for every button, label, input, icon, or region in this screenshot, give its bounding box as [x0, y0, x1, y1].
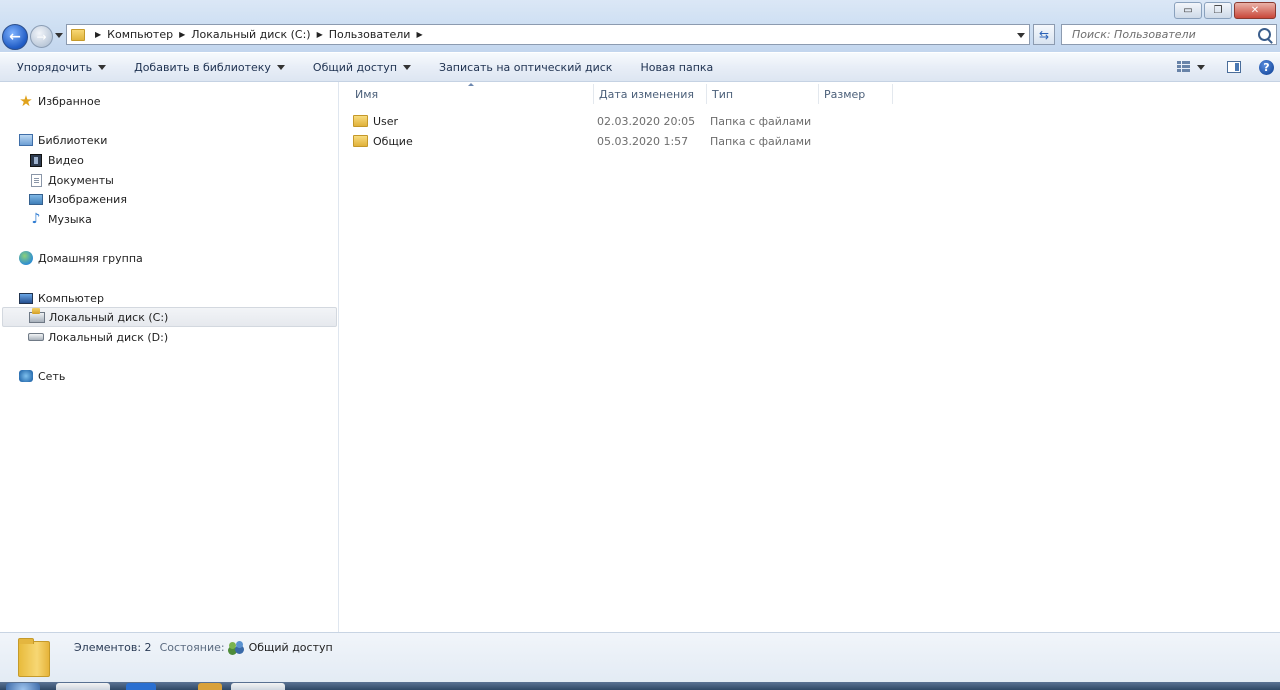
file-name: User	[373, 114, 399, 128]
address-bar[interactable]: ▶ Компьютер ▶ Локальный диск (C:) ▶ Пользо…	[66, 24, 1030, 45]
column-header-size[interactable]: Размер	[824, 88, 865, 101]
start-orb-icon[interactable]	[6, 683, 40, 690]
drive-icon	[28, 329, 44, 345]
arrow-left-icon: ←	[9, 29, 21, 45]
search-icon[interactable]	[1258, 28, 1271, 41]
taskbar	[0, 682, 1280, 690]
column-divider[interactable]	[818, 84, 819, 104]
shared-users-icon	[228, 641, 244, 654]
navigation-pane: ★ Избранное Библиотеки Видео Документы И…	[0, 82, 339, 632]
search-box[interactable]	[1061, 24, 1277, 45]
folder-icon	[353, 115, 368, 127]
chevron-right-icon[interactable]: ▶	[179, 30, 185, 39]
views-icon[interactable]	[1177, 61, 1191, 73]
window-controls: ▭ ❐ ✕	[1174, 2, 1276, 19]
organize-button[interactable]: Упорядочить	[17, 61, 107, 74]
file-date: 02.03.2020 20:05	[597, 114, 696, 128]
nav-item-music[interactable]: ♪ Музыка	[28, 209, 92, 229]
sort-ascending-icon	[468, 83, 474, 86]
close-button[interactable]: ✕	[1234, 2, 1276, 19]
view-controls: ?	[1177, 53, 1280, 81]
chevron-down-icon	[276, 64, 285, 70]
network-icon	[18, 368, 34, 384]
folder-icon	[353, 135, 368, 147]
add-to-library-button[interactable]: Добавить в библиотеку	[134, 61, 285, 74]
table-row[interactable]: User 02.03.2020 20:05 Папка с файлами	[353, 111, 873, 131]
column-divider[interactable]	[593, 84, 594, 104]
library-icon	[18, 132, 34, 148]
help-icon[interactable]: ?	[1259, 59, 1274, 75]
preview-pane-icon[interactable]	[1227, 61, 1241, 73]
forward-button[interactable]: →	[30, 25, 53, 48]
refresh-button[interactable]: ⇆	[1033, 24, 1055, 45]
file-list: Имя Дата изменения Тип Размер User 02.03…	[339, 82, 1280, 632]
refresh-icon: ⇆	[1038, 27, 1050, 42]
maximize-button[interactable]: ❐	[1204, 2, 1232, 19]
burn-button[interactable]: Записать на оптический диск	[439, 61, 612, 74]
nav-item-favorites[interactable]: ★ Избранное	[18, 91, 100, 111]
table-row[interactable]: Общие 05.03.2020 1:57 Папка с файлами	[353, 131, 873, 151]
chevron-down-icon	[98, 64, 107, 70]
system-drive-icon	[29, 307, 45, 325]
homegroup-icon	[18, 250, 34, 266]
recent-pages-dropdown[interactable]	[55, 33, 63, 38]
chevron-right-icon[interactable]: ▶	[317, 30, 323, 39]
back-button[interactable]: ←	[2, 24, 28, 50]
nav-item-video[interactable]: Видео	[28, 150, 84, 170]
details-pane: Элементов: 2 Состояние: Общий доступ	[0, 632, 1280, 682]
chevron-down-icon	[403, 64, 412, 70]
details-info: Элементов: 2 Состояние: Общий доступ	[74, 641, 333, 654]
taskbar-app-icon[interactable]	[198, 683, 222, 690]
new-folder-button[interactable]: Новая папка	[640, 61, 713, 74]
item-count: Элементов: 2	[74, 641, 152, 654]
nav-item-drive-d[interactable]: Локальный диск (D:)	[28, 327, 168, 347]
taskbar-app-icon[interactable]	[126, 683, 156, 690]
star-icon: ★	[19, 91, 33, 110]
breadcrumb-root-chevron[interactable]: ▶	[89, 30, 107, 39]
state-value: Общий доступ	[248, 641, 333, 654]
arrow-right-icon: →	[36, 29, 47, 44]
column-header-date[interactable]: Дата изменения	[599, 88, 694, 101]
folder-icon	[71, 28, 85, 41]
column-header-type[interactable]: Тип	[712, 88, 733, 101]
breadcrumb-users[interactable]: Пользователи ▶	[329, 28, 429, 41]
search-input[interactable]	[1070, 27, 1254, 42]
address-history-dropdown[interactable]	[1017, 33, 1025, 38]
file-type: Папка с файлами	[710, 114, 812, 128]
taskbar-explorer-icon[interactable]	[56, 683, 110, 690]
nav-item-images[interactable]: Изображения	[28, 189, 127, 209]
file-type: Папка с файлами	[710, 134, 812, 148]
nav-item-network[interactable]: Сеть	[18, 366, 65, 386]
file-date: 05.03.2020 1:57	[597, 134, 689, 148]
music-note-icon: ♪	[31, 211, 41, 227]
share-button[interactable]: Общий доступ	[313, 61, 412, 74]
nav-item-drive-c[interactable]: Локальный диск (C:)	[2, 307, 337, 327]
nav-item-homegroup[interactable]: Домашняя группа	[18, 248, 143, 268]
image-icon	[28, 191, 44, 207]
document-icon	[28, 172, 44, 188]
column-divider[interactable]	[892, 84, 893, 104]
breadcrumb-drive-c[interactable]: Локальный диск (C:) ▶	[191, 28, 329, 41]
folder-icon	[18, 638, 50, 677]
nav-item-libraries[interactable]: Библиотеки	[18, 130, 107, 150]
computer-icon	[18, 290, 34, 306]
column-divider[interactable]	[706, 84, 707, 104]
minimize-button[interactable]: ▭	[1174, 2, 1202, 19]
breadcrumb-computer[interactable]: Компьютер ▶	[107, 28, 191, 41]
video-icon	[28, 152, 44, 168]
nav-item-computer[interactable]: Компьютер	[18, 288, 104, 308]
views-dropdown[interactable]	[1197, 64, 1205, 70]
command-bar: Упорядочить Добавить в библиотеку Общий …	[0, 53, 1280, 82]
chevron-right-icon[interactable]: ▶	[416, 30, 422, 39]
state-label: Состояние:	[159, 641, 225, 654]
file-name: Общие	[373, 134, 413, 148]
window-title-bar: ▭ ❐ ✕ ← → ▶ Компьютер ▶ Локальный диск (C…	[0, 0, 1280, 52]
nav-item-documents[interactable]: Документы	[28, 170, 114, 190]
column-header-name[interactable]: Имя	[355, 88, 378, 101]
taskbar-browser-icon[interactable]	[231, 683, 285, 690]
